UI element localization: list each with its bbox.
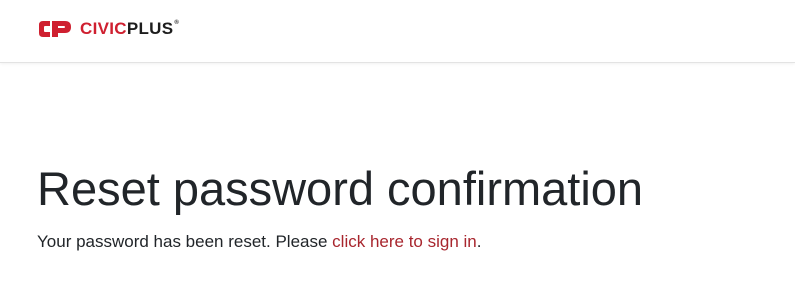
civicplus-logo-link[interactable]: CIVICPLUS® [38,18,179,40]
logo-wordmark: CIVICPLUS® [80,19,179,39]
logo-text-civic: CIVIC [80,19,127,38]
civicplus-logo-icon [39,21,71,37]
message-text: Your password has been reset. Please [37,232,333,251]
logo-trademark: ® [174,20,180,26]
top-header: CIVICPLUS® [0,0,795,63]
main-content: Reset password confirmation Your passwor… [37,160,777,254]
sign-in-link[interactable]: click here to sign in [332,232,477,251]
page-title: Reset password confirmation [37,162,644,215]
logo-text-plus: PLUS [126,19,174,38]
message-period: . [476,232,482,251]
confirmation-message: Your password has been reset. Please cli… [37,230,777,254]
